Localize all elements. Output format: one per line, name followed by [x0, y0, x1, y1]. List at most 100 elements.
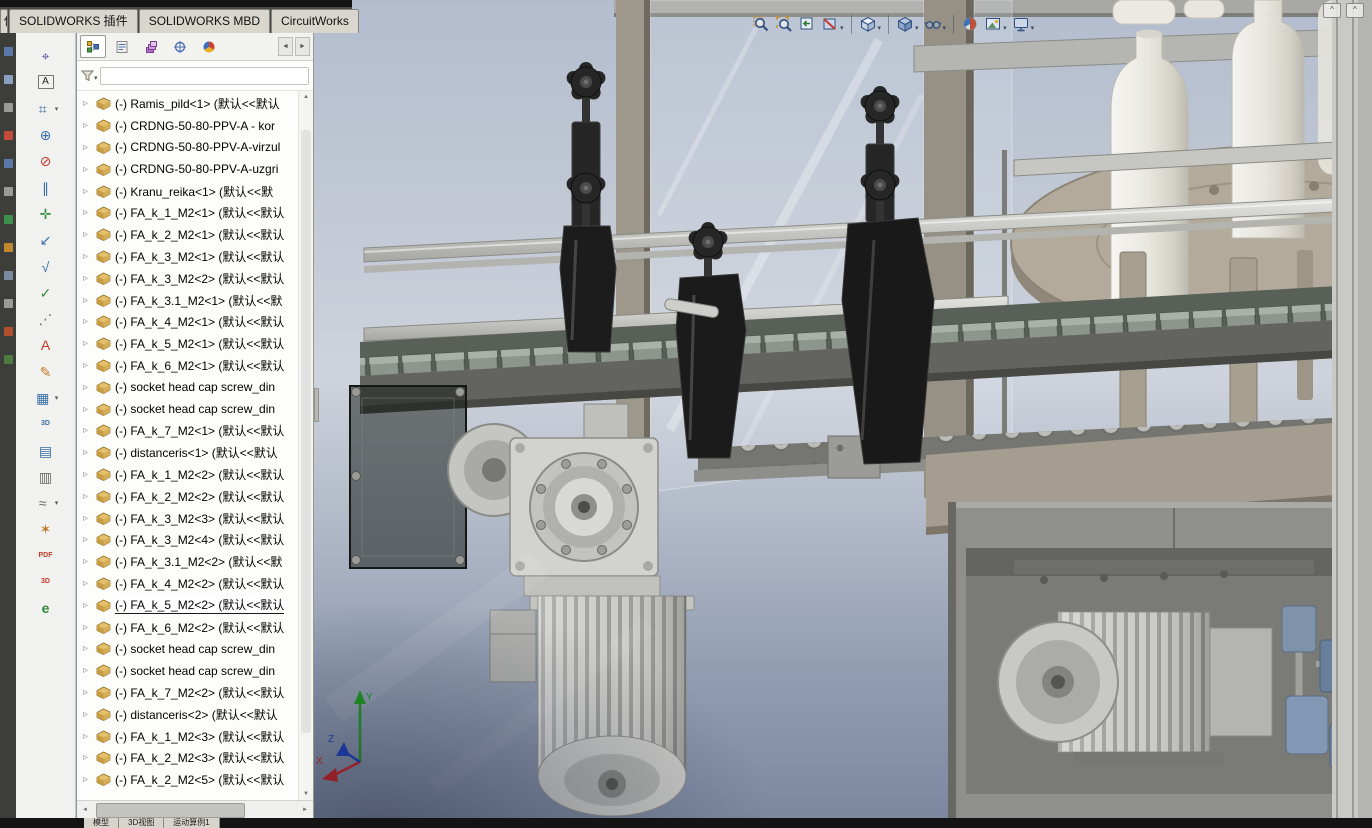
graphics-viewport[interactable]: Y X Z ▾ ▾ ▾ ▾ ▾ ▾ ^ ^	[314, 0, 1372, 818]
dropdown-caret-icon[interactable]: ▾	[55, 394, 59, 402]
expand-arrow-icon[interactable]: ▹	[83, 295, 95, 306]
expand-arrow-icon[interactable]: ▹	[83, 404, 95, 415]
tree-item[interactable]: ▹ (-) socket head cap screw_din	[77, 660, 299, 682]
tree-item[interactable]: ▹ (-) FA_k_2_M2<1> (默认<<默认	[77, 224, 299, 246]
expand-arrow-icon[interactable]: ▹	[83, 774, 95, 785]
dropdown-caret-icon[interactable]: ▾	[878, 24, 882, 33]
expand-arrow-icon[interactable]: ▹	[83, 120, 95, 131]
tree-item[interactable]: ▹ (-) FA_k_3_M2<4> (默认<<默认	[77, 529, 299, 551]
docked-tool-icon[interactable]	[3, 131, 13, 140]
tree-item[interactable]: ▹ (-) distanceris<1> (默认<<默认	[77, 442, 299, 464]
tree-item[interactable]: ▹ (-) CRDNG-50-80-PPV-A-virzul	[77, 137, 299, 159]
tree-item[interactable]: ▹ (-) CRDNG-50-80-PPV-A - kor	[77, 115, 299, 137]
tab-circuitworks[interactable]: CircuitWorks	[271, 9, 359, 33]
expand-arrow-icon[interactable]: ▹	[83, 447, 95, 458]
expand-arrow-icon[interactable]: ▹	[83, 164, 95, 175]
docked-tool-icon[interactable]	[3, 271, 13, 280]
tab-motion-study[interactable]: 运动算例1	[164, 818, 220, 828]
scroll-left-icon[interactable]: ◄	[77, 807, 93, 813]
tab-scroll-left-icon[interactable]: ◄	[278, 37, 293, 56]
tree-item[interactable]: ▹ (-) FA_k_6_M2<1> (默认<<默认	[77, 355, 299, 377]
tab-scroll-right-icon[interactable]: ►	[295, 37, 310, 56]
panel-splitter[interactable]	[314, 0, 319, 818]
expand-arrow-icon[interactable]: ▹	[83, 142, 95, 153]
tree-item[interactable]: ▹ (-) FA_k_3.1_M2<2> (默认<<默	[77, 551, 299, 573]
docked-tool-icon[interactable]	[3, 215, 13, 224]
view-settings-icon[interactable]: ▾	[1010, 13, 1037, 35]
tree-item[interactable]: ▹ (-) FA_k_4_M2<2> (默认<<默认	[77, 573, 299, 595]
splitter-grip[interactable]	[314, 388, 319, 422]
assembly-model[interactable]: Y X Z	[314, 0, 1372, 818]
tree-item[interactable]: ▹ (-) FA_k_1_M2<1> (默认<<默认	[77, 202, 299, 224]
expand-arrow-icon[interactable]: ▹	[83, 709, 95, 720]
expand-arrow-icon[interactable]: ▹	[83, 251, 95, 262]
scrollbar-thumb[interactable]	[301, 130, 311, 734]
filter-funnel-icon[interactable]: ▾	[81, 70, 98, 82]
tree-item[interactable]: ▹ (-) Kranu_reika<1> (默认<<默	[77, 180, 299, 202]
scroll-right-icon[interactable]: ►	[297, 807, 313, 813]
clamp-assembly[interactable]	[559, 61, 617, 353]
tree-item[interactable]: ▹ (-) socket head cap screw_din	[77, 398, 299, 420]
expand-arrow-icon[interactable]: ▹	[83, 513, 95, 524]
3d-drawing-view-icon[interactable]: 3D	[18, 411, 74, 437]
expand-arrow-icon[interactable]: ▹	[83, 316, 95, 327]
geometric-tolerance-icon[interactable]: ⊘	[18, 148, 74, 174]
tree-item[interactable]: ▹ (-) FA_k_3_M2<3> (默认<<默认	[77, 507, 299, 529]
datum-feature-icon[interactable]: ∥	[18, 174, 74, 200]
scroll-up-icon[interactable]: ▲	[303, 91, 309, 103]
view-palette-icon[interactable]: ▤	[18, 437, 74, 463]
text-annotation-icon[interactable]: A	[18, 332, 74, 358]
propertymanager-tab[interactable]	[109, 35, 135, 58]
break-view-icon[interactable]: ↙	[18, 227, 74, 253]
dropdown-caret-icon[interactable]: ▾	[94, 74, 98, 82]
tab-model[interactable]: 模型	[84, 818, 119, 828]
apply-scene-icon[interactable]: ▾	[982, 13, 1009, 35]
docked-tool-icon[interactable]	[3, 75, 13, 84]
magnetic-line-icon[interactable]: ≈ ▾	[18, 490, 74, 516]
tree-item[interactable]: ▹ (-) Ramis_pild<1> (默认<<默认	[77, 93, 299, 115]
expand-arrow-icon[interactable]: ▹	[83, 731, 95, 742]
tab-evaluate[interactable]: 估	[0, 9, 8, 33]
tree-horizontal-scrollbar[interactable]: ◄ ►	[77, 800, 313, 818]
scroll-down-icon[interactable]: ▼	[303, 788, 309, 800]
tab-3d-views[interactable]: 3D视图	[119, 818, 165, 828]
tab-solidworks-mbd[interactable]: SOLIDWORKS MBD	[138, 9, 271, 33]
tree-item[interactable]: ▹ (-) FA_k_6_M2<2> (默认<<默认	[77, 616, 299, 638]
tree-item[interactable]: ▹ (-) FA_k_3_M2<1> (默认<<默认	[77, 246, 299, 268]
display-style-icon[interactable]: ▾	[894, 13, 921, 35]
publish-3d-pdf-icon[interactable]: 3D	[18, 569, 74, 595]
docked-tool-icon[interactable]	[3, 355, 13, 364]
format-painter-icon[interactable]: ✎	[18, 359, 74, 385]
docked-tool-icon[interactable]	[3, 187, 13, 196]
tree-item[interactable]: ▹ (-) FA_k_5_M2<1> (默认<<默认	[77, 333, 299, 355]
collapse-toolbar-icon[interactable]: ^	[1323, 3, 1341, 18]
gear-motor[interactable]	[489, 595, 695, 817]
frame-channel[interactable]	[1332, 0, 1372, 818]
expand-arrow-icon[interactable]: ▹	[83, 360, 95, 371]
multi-jog-leader-icon[interactable]: ⋰	[18, 306, 74, 332]
pin-toolbar-icon[interactable]: ^	[1346, 3, 1364, 18]
dimxpertmanager-tab[interactable]	[167, 35, 193, 58]
configurationmanager-tab[interactable]	[138, 35, 164, 58]
expand-arrow-icon[interactable]: ▹	[83, 622, 95, 633]
expand-arrow-icon[interactable]: ▹	[83, 556, 95, 567]
note-icon[interactable]: A	[18, 69, 74, 95]
location-dimension-icon[interactable]: ⌖	[18, 43, 74, 69]
featuremanager-tree-tab[interactable]	[80, 35, 106, 58]
view-orientation-icon[interactable]: ▾	[857, 13, 884, 35]
docked-tool-icon[interactable]	[3, 159, 13, 168]
tree-item[interactable]: ▹ (-) FA_k_7_M2<2> (默认<<默认	[77, 682, 299, 704]
tree-item[interactable]: ▹ (-) FA_k_2_M2<5> (默认<<默认	[77, 769, 299, 791]
tree-item[interactable]: ▹ (-) FA_k_7_M2<1> (默认<<默认	[77, 420, 299, 442]
expand-arrow-icon[interactable]: ▹	[83, 382, 95, 393]
surface-finish-icon[interactable]: √	[18, 253, 74, 279]
expand-arrow-icon[interactable]: ▹	[83, 687, 95, 698]
tree-item[interactable]: ▹ (-) FA_k_4_M2<1> (默认<<默认	[77, 311, 299, 333]
expand-arrow-icon[interactable]: ▹	[83, 578, 95, 589]
dropdown-caret-icon[interactable]: ▾	[915, 24, 919, 33]
publish-edrawings-icon[interactable]: e	[18, 595, 74, 621]
docked-tool-icon[interactable]	[3, 243, 13, 252]
displaymanager-tab[interactable]	[196, 35, 222, 58]
tree-item[interactable]: ▹ (-) FA_k_2_M2<2> (默认<<默认	[77, 485, 299, 507]
pattern-dimension-icon[interactable]: ✛	[18, 201, 74, 227]
